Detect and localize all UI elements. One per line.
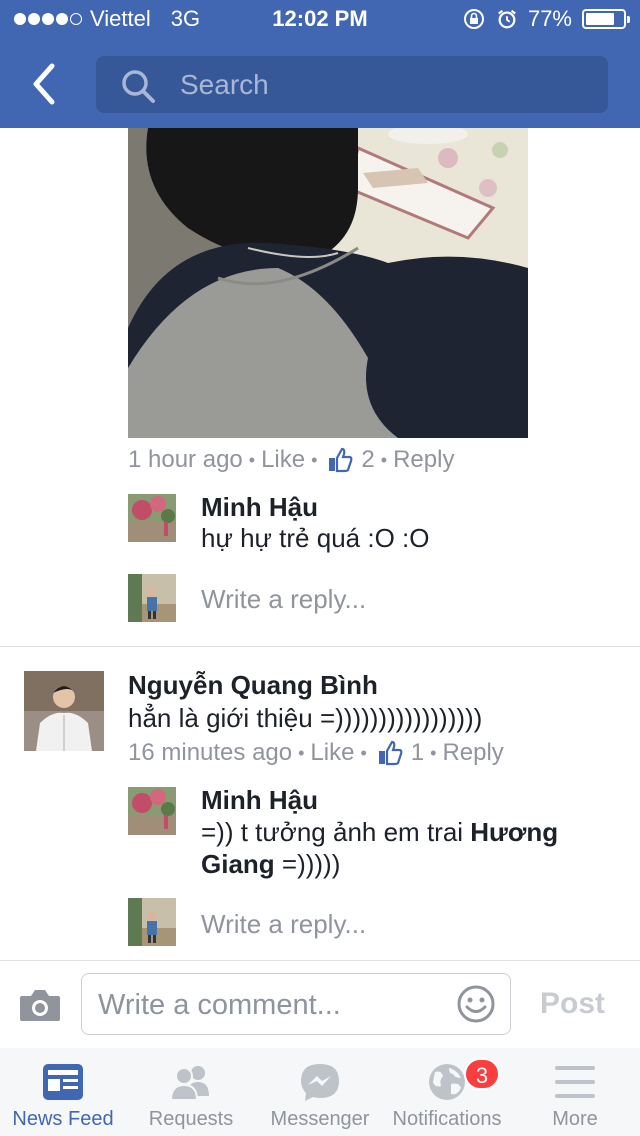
rotation-lock-icon [463,9,484,29]
avatar[interactable] [128,787,176,835]
hamburger-menu-icon [555,1066,595,1098]
camera-icon[interactable] [18,987,62,1023]
comment-author[interactable]: Nguyễn Quang Bình [128,670,378,701]
reply-author[interactable]: Minh Hậu [201,785,318,816]
write-reply-input[interactable]: Write a reply... [201,909,366,940]
tab-label: Requests [148,1108,234,1130]
tab-bar: News Feed Requests Messenger Notificatio… [0,1048,640,1136]
comment-timestamp: 1 hour ago [128,446,243,473]
battery-percent: 77% [527,6,572,31]
search-bar[interactable] [96,56,608,113]
tab-news-feed[interactable]: News Feed [0,1048,126,1136]
comment-composer: Post [0,960,640,1050]
comment-meta: 16 minutes ago • Like • 1 • Reply [128,739,504,767]
battery-icon [582,9,630,29]
comment-input[interactable] [96,984,440,1026]
write-reply-input[interactable]: Write a reply... [201,584,366,615]
app-header: Viettel 3G 12:02 PM 77% [0,0,640,128]
tab-more[interactable]: More [512,1048,638,1136]
tab-label: News Feed [12,1108,114,1130]
status-bar: Viettel 3G 12:02 PM 77% [0,0,640,40]
like-count: 2 [361,446,375,473]
comment-photo[interactable] [128,128,528,438]
avatar[interactable] [24,671,104,751]
current-user-avatar [128,574,176,622]
search-icon [122,70,155,103]
search-input[interactable] [178,64,582,106]
back-arrow-icon[interactable] [28,62,68,106]
comment-meta: 1 hour ago • Like • 2 • Reply [128,446,455,474]
comment-timestamp: 16 minutes ago [128,739,293,766]
globe-icon [429,1064,465,1100]
like-link[interactable]: Like [310,739,354,767]
comment-field[interactable] [81,973,511,1035]
like-link[interactable]: Like [261,446,305,474]
news-feed-icon [43,1064,83,1100]
reply-text-part: =))))) [274,849,341,879]
messenger-icon [301,1064,339,1101]
tab-label: Messenger [270,1108,370,1130]
tab-requests[interactable]: Requests [128,1048,254,1136]
comment-text: hẳn là giới thiệu =))))))))))))))))) [128,703,483,733]
reply-text: =)) t tưởng ảnh em trai Hương Giang =))))… [201,816,611,880]
like-count: 1 [410,739,425,766]
friend-requests-icon [169,1066,209,1101]
reply-text: hự hự trẻ quá :O :O [201,523,430,553]
status-right: 77% [462,6,630,32]
tab-messenger[interactable]: Messenger [256,1048,384,1136]
mention-last[interactable]: Giang [201,849,275,879]
mention-first[interactable]: Hương [470,817,558,847]
tab-label: More [552,1108,598,1130]
post-button[interactable]: Post [540,987,605,1021]
thumbs-up-icon [378,740,403,766]
reply-link[interactable]: Reply [442,739,503,767]
reply-link[interactable]: Reply [393,446,454,474]
divider [0,646,640,647]
reply-text-part: =)) t tưởng ảnh em trai [201,817,471,847]
man-writing-photo [128,128,528,438]
thumbs-up-icon [329,447,353,473]
emoji-icon[interactable] [456,984,496,1024]
current-user-avatar [128,898,176,946]
tab-label: Notifications [392,1108,502,1130]
avatar[interactable] [128,494,176,542]
reply-author[interactable]: Minh Hậu [201,492,318,523]
notification-badge: 3 [464,1058,500,1090]
alarm-icon [498,9,516,29]
